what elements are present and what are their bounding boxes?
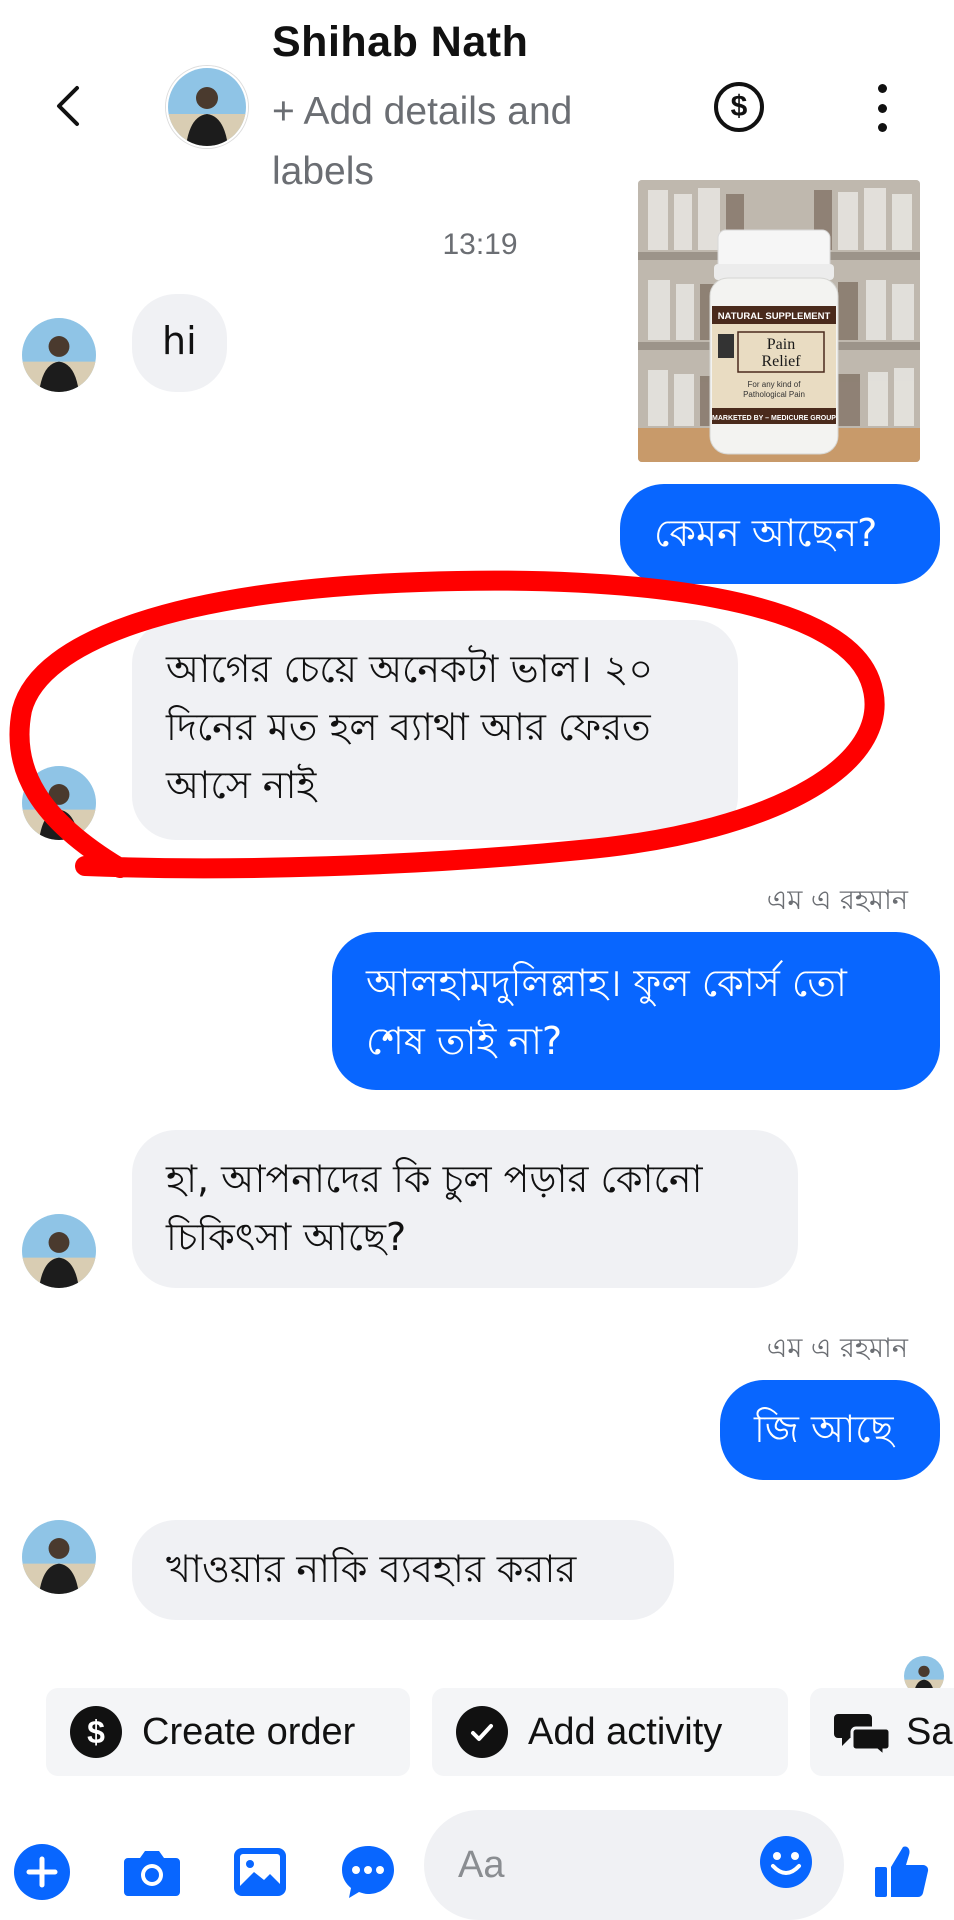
svg-text:Relief: Relief xyxy=(761,353,801,370)
incoming-message[interactable]: খাওয়ার নাকি ব্যবহার করার xyxy=(132,1520,674,1620)
outgoing-message[interactable]: জি আছে xyxy=(720,1380,940,1480)
contact-avatar-small[interactable] xyxy=(22,318,96,392)
outgoing-message[interactable]: আলহামদুলিল্লাহ। ফুল কোর্স তো শেষ তাই না? xyxy=(332,932,940,1090)
add-activity-button[interactable]: Add activity xyxy=(432,1688,788,1776)
svg-text:MARKETED BY – MEDICURE GROUP: MARKETED BY – MEDICURE GROUP xyxy=(712,415,836,422)
shared-photo[interactable]: NATURAL SUPPLEMENT Pain Relief For any k… xyxy=(638,180,920,462)
sender-name: এম এ রহমান xyxy=(766,885,908,916)
create-order-label: Create order xyxy=(142,1710,356,1753)
gallery-icon[interactable] xyxy=(230,1842,290,1902)
add-details-link[interactable]: + Add details and labels xyxy=(272,82,632,202)
red-highlight-circle xyxy=(9,570,885,879)
plus-icon[interactable] xyxy=(12,1842,72,1902)
add-activity-label: Add activity xyxy=(528,1710,723,1753)
emoji-icon[interactable] xyxy=(758,1834,814,1890)
svg-text:For any kind of: For any kind of xyxy=(748,380,802,389)
back-button[interactable] xyxy=(40,78,96,134)
sender-name: এম এ রহমান xyxy=(766,1333,908,1364)
contact-avatar-small[interactable] xyxy=(22,1520,96,1594)
checkmark-icon xyxy=(456,1706,508,1758)
contact-avatar-small[interactable] xyxy=(22,1214,96,1288)
message-composer[interactable] xyxy=(424,1810,844,1920)
message-bubble-icon[interactable] xyxy=(338,1842,398,1902)
contact-avatar[interactable] xyxy=(166,66,248,148)
chevron-left-icon xyxy=(57,86,79,126)
message-timestamp: 13:19 xyxy=(442,228,518,261)
saved-replies-button[interactable]: Sa xyxy=(810,1688,954,1776)
dollar-icon[interactable]: $ xyxy=(714,82,764,132)
create-order-button[interactable]: $ Create order xyxy=(46,1688,410,1776)
svg-text:Pathological Pain: Pathological Pain xyxy=(743,390,805,399)
dollar-icon: $ xyxy=(70,1706,122,1758)
svg-text:NATURAL SUPPLEMENT: NATURAL SUPPLEMENT xyxy=(718,311,831,322)
saved-replies-icon xyxy=(834,1708,892,1756)
svg-text:Pain: Pain xyxy=(767,336,795,353)
contact-name[interactable]: Shihab Nath xyxy=(272,18,528,67)
like-icon[interactable] xyxy=(866,1836,936,1906)
incoming-message[interactable]: hi xyxy=(132,294,227,392)
camera-icon[interactable] xyxy=(122,1842,182,1902)
incoming-message[interactable]: হা, আপনাদের কি চুল পড়ার কোনো চিকিৎসা আছ… xyxy=(132,1130,798,1288)
saved-replies-label: Sa xyxy=(906,1710,953,1753)
message-input[interactable] xyxy=(456,1834,760,1896)
more-options-icon[interactable] xyxy=(862,82,902,134)
